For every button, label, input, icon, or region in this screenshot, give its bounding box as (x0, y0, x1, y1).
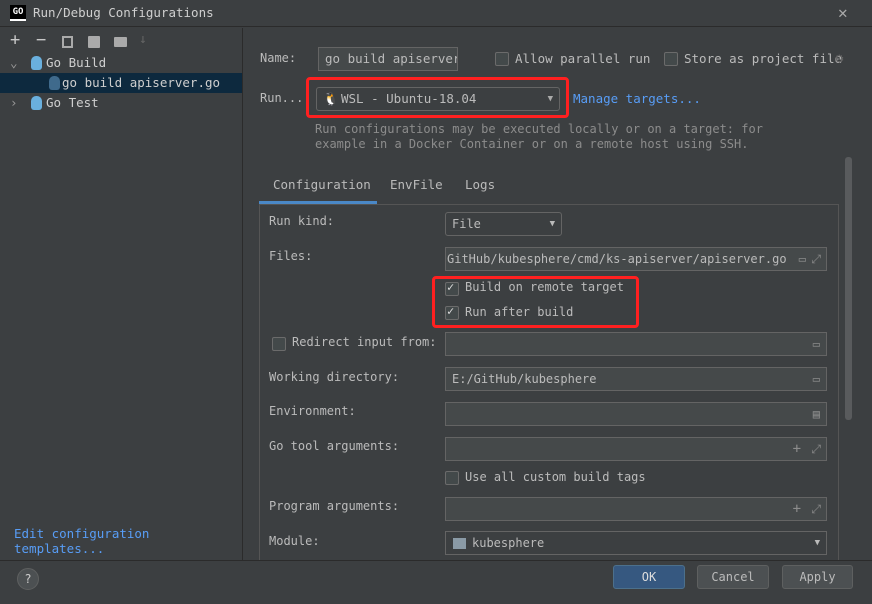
go-tool-args-label: Go tool arguments: (269, 439, 400, 453)
program-args-label: Program arguments: (269, 499, 400, 513)
tab-configuration[interactable]: Configuration (273, 177, 371, 192)
remove-button[interactable]: − (36, 30, 46, 50)
help-button[interactable]: ? (17, 568, 39, 590)
app-icon: GO (10, 5, 26, 21)
cancel-button[interactable]: Cancel (697, 565, 769, 589)
save-icon[interactable] (88, 36, 100, 48)
document-icon[interactable]: ▤ (813, 403, 820, 425)
run-on-label: Run... (260, 91, 304, 105)
run-hint-1: Run configurations may be executed local… (315, 122, 763, 136)
files-label: Files: (269, 249, 313, 263)
apply-button[interactable]: Apply (782, 565, 853, 589)
tab-envfile[interactable]: EnvFile (390, 177, 443, 192)
chevron-down-icon: ▼ (549, 219, 555, 229)
allow-parallel-checkbox[interactable] (495, 52, 509, 66)
copy-icon[interactable] (62, 36, 73, 48)
folder-icon[interactable]: ▭ (813, 333, 820, 355)
plus-icon[interactable]: + (793, 438, 801, 460)
module-dropdown[interactable]: kubesphere ▼ (445, 531, 827, 555)
redirect-input-field[interactable]: ▭ (445, 332, 827, 356)
folder-icon[interactable]: ▭ (813, 368, 820, 390)
redirect-input-checkbox[interactable] (272, 337, 286, 351)
module-label: Module: (269, 534, 320, 548)
edit-templates-link[interactable]: Edit configuration templates... (14, 526, 242, 556)
close-icon[interactable]: ✕ (838, 3, 848, 22)
plus-icon[interactable]: + (793, 498, 801, 520)
expand-icon[interactable]: ⤢ (811, 438, 821, 460)
custom-tags-checkbox[interactable] (445, 471, 459, 485)
module-icon (453, 538, 466, 549)
sort-icon[interactable]: ↓ (139, 32, 147, 47)
run-kind-label: Run kind: (269, 214, 335, 228)
run-after-build-checkbox[interactable] (445, 304, 459, 320)
gopher-icon (49, 76, 60, 90)
add-button[interactable]: + (10, 30, 20, 50)
run-target-dropdown[interactable]: 🐧 WSL - Ubuntu-18.04 ▼ (316, 87, 560, 111)
sidebar: + − ↓ ⌄ Go Build go build apiserver.go ›… (0, 28, 243, 560)
scrollbar[interactable] (845, 157, 852, 420)
allow-parallel-label: Allow parallel run (515, 51, 651, 66)
name-label: Name: (260, 51, 297, 65)
run-after-build-label: Run after build (465, 305, 574, 319)
working-dir-input[interactable]: E:/GitHub/kubesphere ▭ (445, 367, 827, 391)
working-dir-label: Working directory: (269, 370, 400, 384)
gopher-icon (31, 56, 42, 70)
linux-icon: 🐧 (323, 91, 339, 106)
redirect-input-label: Redirect input from: (292, 335, 437, 349)
run-hint-2: example in a Docker Container or on a re… (315, 137, 749, 151)
gear-icon[interactable]: ⚙ (835, 51, 843, 67)
program-args-input[interactable]: + ⤢ (445, 497, 827, 521)
tab-logs[interactable]: Logs (465, 177, 495, 192)
go-tool-args-input[interactable]: + ⤢ (445, 437, 827, 461)
ok-button[interactable]: OK (613, 565, 685, 589)
new-folder-icon[interactable] (114, 37, 127, 47)
manage-targets-link[interactable]: Manage targets... (573, 91, 701, 106)
gopher-icon (31, 96, 42, 110)
folder-icon[interactable]: ▭ (799, 248, 806, 270)
title-bar: GO Run/Debug Configurations ✕ (0, 0, 872, 27)
chevron-right-icon: › (10, 95, 18, 110)
build-remote-label: Build on remote target (465, 280, 624, 294)
chevron-down-icon: ▼ (814, 538, 820, 548)
chevron-down-icon: ⌄ (10, 55, 18, 70)
environment-input[interactable]: ▤ (445, 402, 827, 426)
tree-item-apiserver[interactable]: go build apiserver.go (0, 73, 242, 93)
store-project-checkbox[interactable] (664, 52, 678, 66)
tree-item-go-build[interactable]: ⌄ Go Build (0, 53, 242, 73)
build-remote-checkbox[interactable] (445, 280, 459, 296)
chevron-down-icon: ▼ (547, 94, 553, 104)
name-input[interactable]: go build apiserver. (318, 47, 458, 71)
store-project-label: Store as project file (684, 51, 843, 66)
expand-icon[interactable]: ⤢ (811, 248, 821, 270)
window-title: Run/Debug Configurations (33, 5, 214, 20)
files-input[interactable]: GitHub/kubesphere/cmd/ks-apiserver/apise… (445, 247, 827, 271)
expand-icon[interactable]: ⤢ (811, 498, 821, 520)
environment-label: Environment: (269, 404, 356, 418)
run-kind-dropdown[interactable]: File ▼ (445, 212, 562, 236)
custom-tags-label: Use all custom build tags (465, 470, 646, 484)
tree-item-go-test[interactable]: › Go Test (0, 93, 242, 113)
